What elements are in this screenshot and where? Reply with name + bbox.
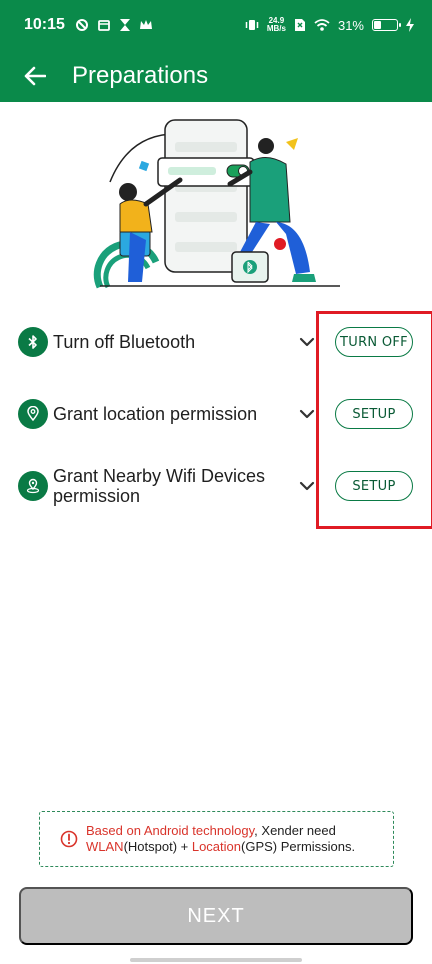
charging-icon (406, 18, 414, 32)
back-button[interactable] (0, 50, 70, 102)
battery-level-fill (374, 21, 382, 29)
bluetooth-icon (18, 327, 48, 357)
location-setup-button[interactable]: SETUP (335, 399, 413, 429)
crown-icon (139, 20, 152, 29)
permission-notice: Based on Android technology, Xender need… (39, 811, 394, 867)
next-button[interactable]: NEXT (19, 887, 413, 945)
status-bar: 10:15 24.9 MB/s 31% (0, 0, 432, 50)
permission-label-bluetooth: Turn off Bluetooth (53, 332, 196, 352)
preparations-illustration (93, 119, 340, 289)
info-circle-icon (60, 830, 78, 848)
location-pin-icon (18, 399, 48, 429)
chevron-down-icon[interactable] (295, 402, 319, 426)
battery-percent: 31% (337, 17, 364, 33)
net-speed-unit: MB/s (266, 24, 286, 33)
status-system-icons: 24.9 MB/s 31% (245, 17, 414, 33)
chevron-down-icon[interactable] (295, 330, 319, 354)
wifi-icon (314, 19, 330, 31)
turn-off-bluetooth-button[interactable]: TURN OFF (335, 327, 413, 357)
permission-label-nearby-wifi: Grant Nearby Wifi Devices permission (53, 466, 266, 506)
net-speed: 24.9 MB/s (267, 17, 286, 33)
vibrate-icon (245, 20, 259, 30)
hourglass-icon (119, 19, 130, 31)
notice-text: Based on Android technology, Xender need… (86, 823, 356, 854)
home-indicator (130, 958, 302, 962)
notice-android-text: Based on Android technology (86, 823, 255, 838)
notice-wlan-text: WLAN (86, 839, 124, 854)
box-icon (98, 20, 110, 31)
status-time: 10:15 (24, 16, 65, 33)
status-notification-icons (75, 18, 153, 32)
permission-row-location: Grant location permission SETUP (18, 386, 414, 442)
sim-icon (294, 19, 305, 31)
page-title: Preparations (72, 62, 209, 89)
sync-icon (75, 19, 88, 31)
permission-label-location: Grant location permission (53, 404, 258, 424)
app-bar: Preparations (0, 50, 432, 102)
nearby-wifi-icon (18, 471, 48, 501)
nearby-wifi-setup-button[interactable]: SETUP (335, 471, 413, 501)
notice-location-text: Location (191, 839, 241, 854)
battery-icon (372, 19, 401, 31)
permission-row-nearby-wifi: Grant Nearby Wifi Devices permission SET… (18, 458, 414, 514)
chevron-down-icon[interactable] (295, 474, 319, 498)
permission-row-bluetooth: Turn off Bluetooth TURN OFF (18, 314, 414, 370)
arrow-left-icon (24, 66, 46, 86)
